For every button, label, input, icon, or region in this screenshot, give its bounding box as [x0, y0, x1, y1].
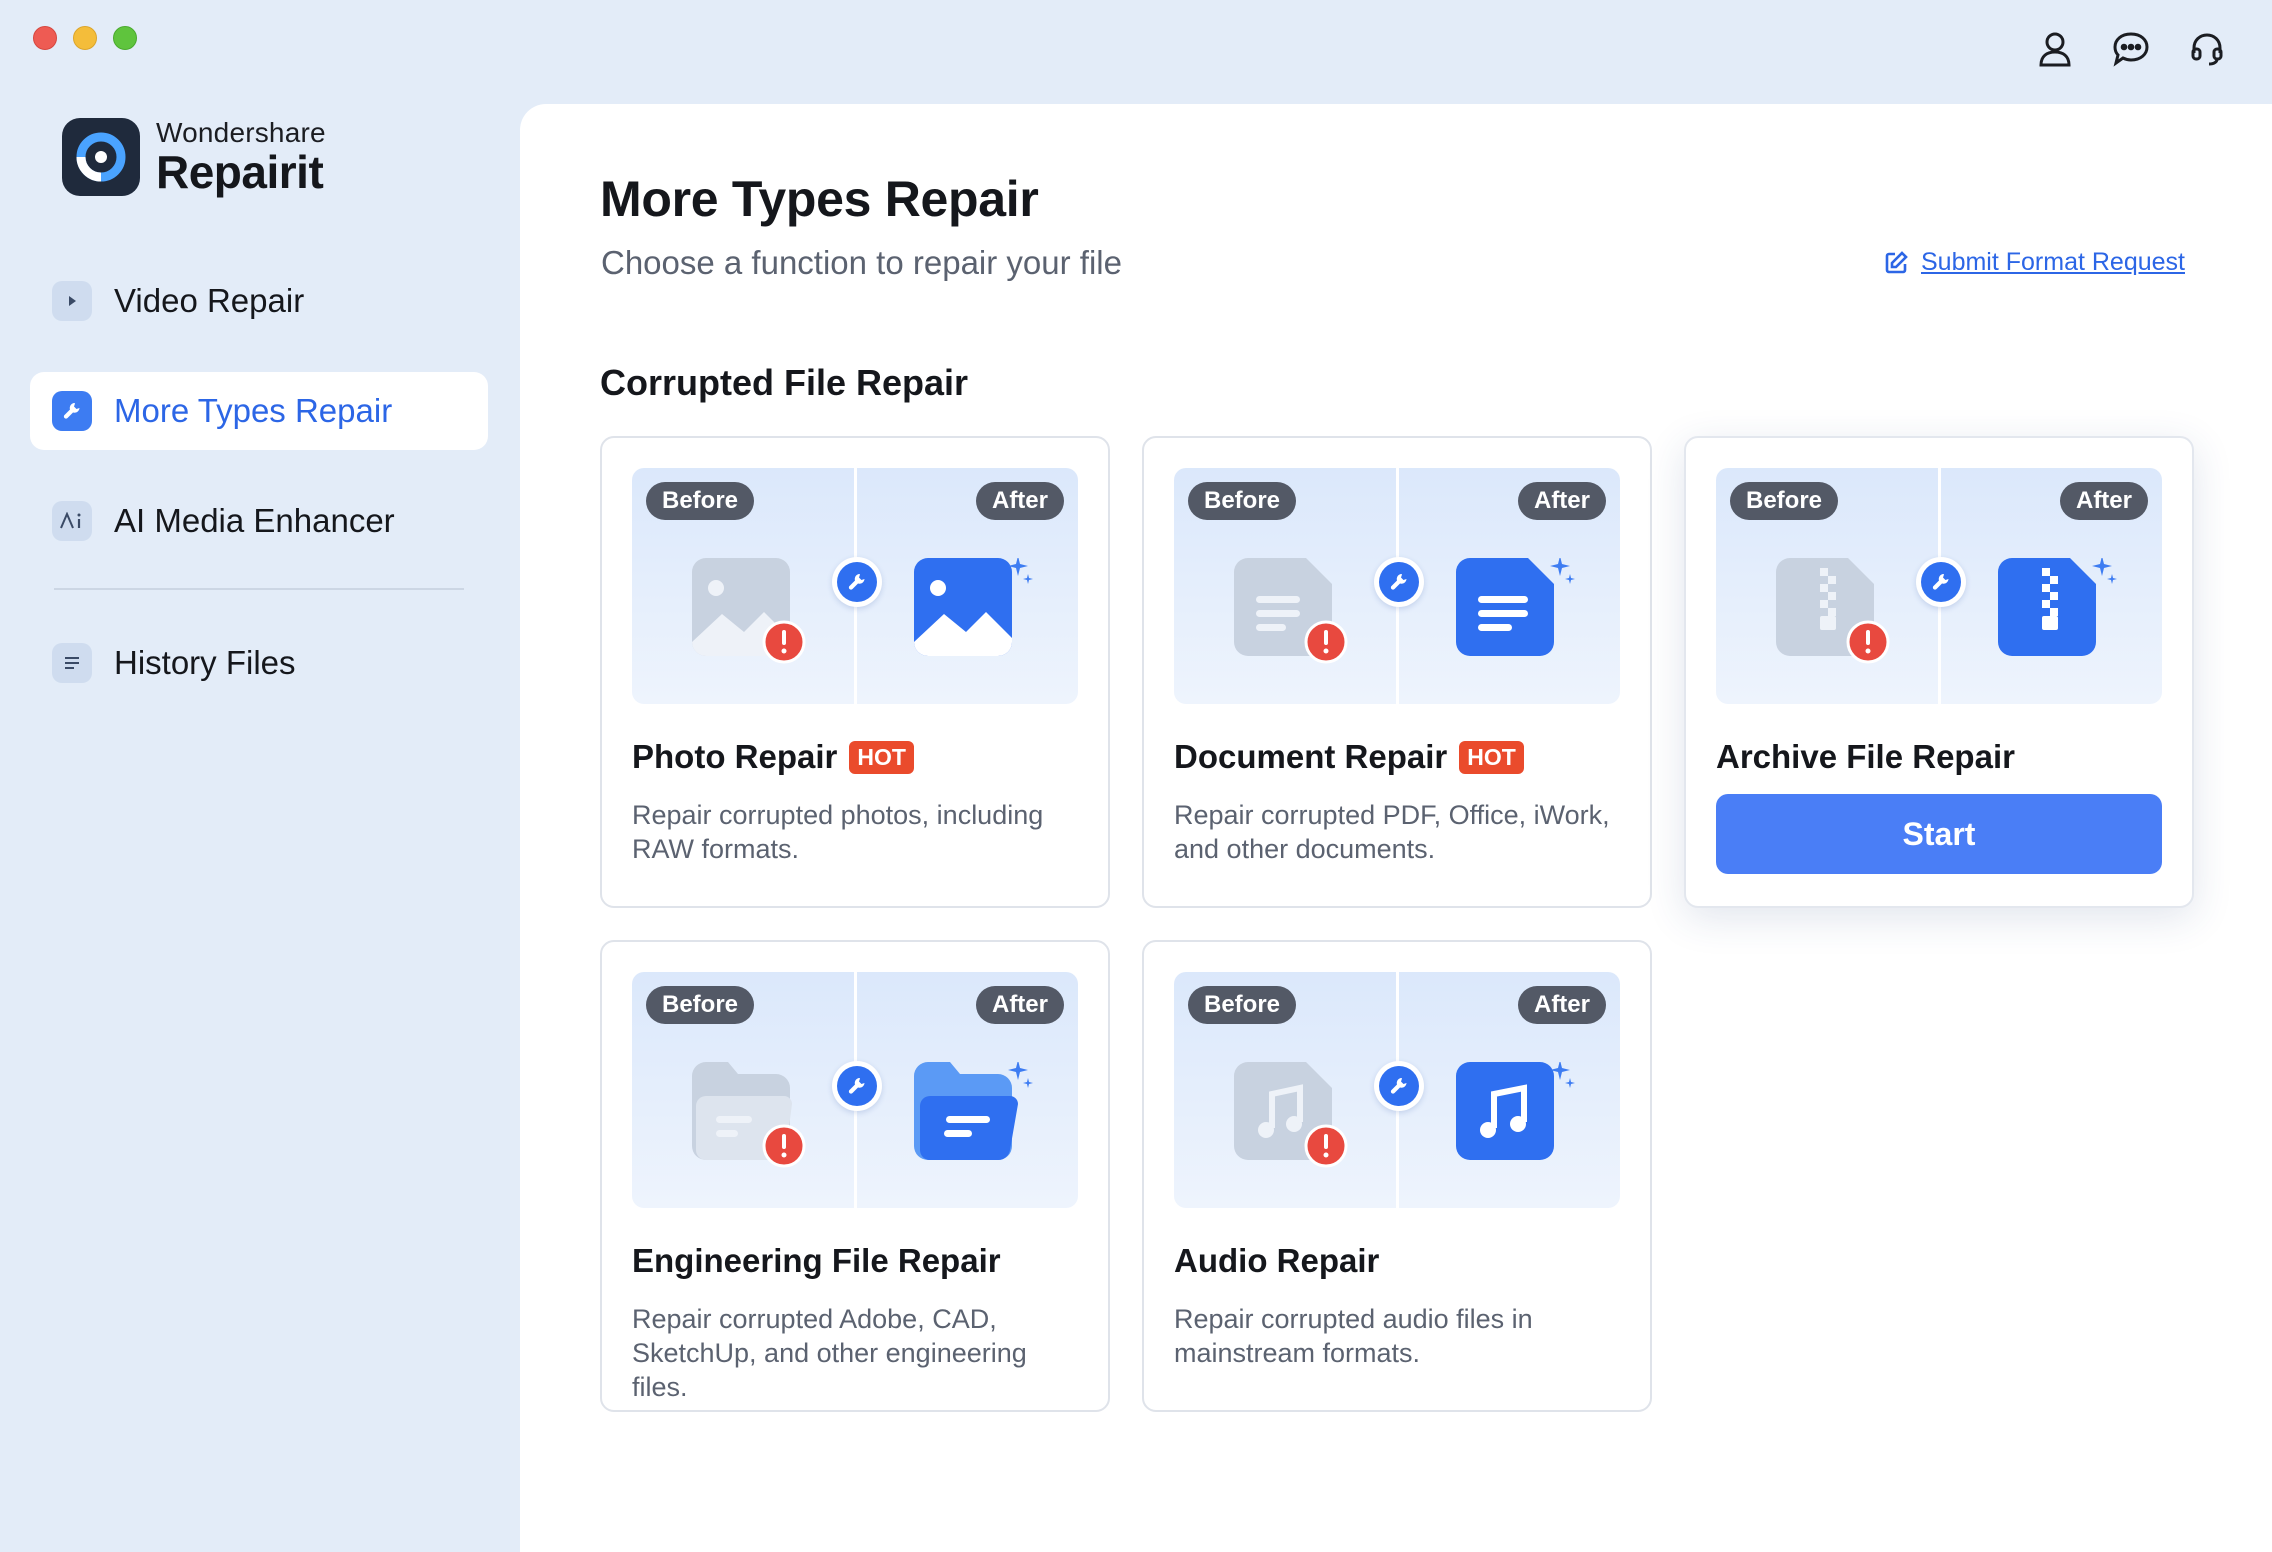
submit-format-request-label: Submit Format Request: [1921, 248, 2185, 276]
card-title: Photo Repair HOT: [632, 738, 914, 776]
submit-format-request-link[interactable]: Submit Format Request: [1883, 248, 2185, 277]
broken-document-icon: [1234, 558, 1354, 673]
repair-wrench-icon: [1916, 557, 1966, 607]
card-description: Repair corrupted PDF, Office, iWork, and…: [1174, 800, 1610, 864]
engineering-file-repair-card[interactable]: Before After Engineering File Repair Rep…: [600, 940, 1110, 1412]
sidebar-divider: [54, 588, 464, 590]
before-badge: Before: [1188, 986, 1297, 1024]
sidebar-item-label: Video Repair: [114, 282, 305, 319]
card-description: Repair corrupted audio files in mainstre…: [1174, 1304, 1533, 1368]
sidebar-item-ai-media-enhancer[interactable]: AI Media Enhancer: [30, 482, 488, 560]
broken-folder-icon: [692, 1062, 812, 1177]
card-title-text: Engineering File Repair: [632, 1242, 1001, 1279]
play-icon: [52, 281, 92, 321]
after-badge: After: [975, 482, 1064, 520]
sidebar-item-label: AI Media Enhancer: [114, 502, 395, 539]
after-badge: After: [975, 986, 1064, 1024]
start-button[interactable]: Start: [1716, 794, 2162, 874]
sidebar-item-label: More Types Repair: [114, 392, 393, 429]
sidebar: Wondershare Repairit Video Repair More T…: [0, 0, 520, 1552]
card-title: Document Repair HOT: [1174, 738, 1524, 776]
section-title: Corrupted File Repair: [600, 362, 969, 403]
hot-badge: HOT: [1459, 740, 1524, 774]
archive-icon: [1998, 556, 2118, 673]
edit-icon: [1885, 250, 1908, 273]
broken-archive-icon: [1776, 558, 1896, 673]
card-title: Archive File Repair: [1716, 738, 2015, 776]
before-after-preview: Before After: [632, 468, 1078, 704]
before-badge: Before: [646, 986, 755, 1024]
sidebar-item-video-repair[interactable]: Video Repair: [30, 262, 488, 340]
broken-audio-icon: [1234, 1062, 1354, 1177]
ai-icon: [52, 501, 92, 541]
chat-icon[interactable]: [2110, 28, 2152, 70]
photo-repair-card[interactable]: Before After Photo Repair HOT Repair cor…: [600, 436, 1110, 908]
card-title: Audio Repair: [1174, 1242, 1379, 1280]
after-badge: After: [1517, 986, 1606, 1024]
card-description: Repair corrupted Adobe, CAD, SketchUp, a…: [632, 1304, 1027, 1402]
before-badge: Before: [1730, 482, 1839, 520]
repair-wrench-icon: [832, 1061, 882, 1111]
before-after-preview: Before After: [632, 972, 1078, 1208]
brand-product: Repairit: [156, 146, 324, 198]
photo-icon: [914, 556, 1034, 673]
repairit-logo-icon: [62, 118, 140, 196]
main-panel: More Types Repair Choose a function to r…: [520, 104, 2272, 1552]
before-after-preview: Before After: [1174, 468, 1620, 704]
archive-file-repair-card[interactable]: Before After Archive File Repair Start: [1684, 436, 2194, 908]
before-after-preview: Before After: [1174, 972, 1620, 1208]
brand-company: Wondershare: [156, 117, 326, 148]
document-repair-card[interactable]: Before After Document Repair HOT Repair …: [1142, 436, 1652, 908]
document-icon: [1456, 556, 1576, 673]
card-description: Repair corrupted photos, including RAW f…: [632, 800, 1044, 864]
card-title-text: Document Repair: [1174, 738, 1448, 775]
folder-icon: [914, 1060, 1034, 1177]
broken-photo-icon: [692, 558, 812, 673]
headset-icon[interactable]: [2186, 28, 2228, 70]
card-title-text: Archive File Repair: [1716, 738, 2015, 775]
repair-wrench-icon: [1374, 557, 1424, 607]
before-after-preview: Before After: [1716, 468, 2162, 704]
sidebar-item-more-types-repair[interactable]: More Types Repair: [30, 372, 488, 450]
header-actions: [2034, 28, 2228, 70]
page-subtitle: Choose a function to repair your file: [601, 244, 1122, 281]
card-title-text: Audio Repair: [1174, 1242, 1380, 1279]
sidebar-item-label: History Files: [114, 644, 296, 681]
sidebar-nav: Video Repair More Types Repair AI Media …: [30, 262, 488, 734]
music-icon: [1456, 1060, 1576, 1177]
card-title-text: Photo Repair: [632, 738, 838, 775]
list-icon: [52, 643, 92, 683]
page-title: More Types Repair: [600, 171, 1039, 227]
before-badge: Before: [646, 482, 755, 520]
wrench-icon: [52, 391, 92, 431]
app-logo: Wondershare Repairit: [62, 118, 326, 196]
repair-wrench-icon: [1374, 1061, 1424, 1111]
audio-repair-card[interactable]: Before After Audio Repair Repair corrupt…: [1142, 940, 1652, 1412]
after-badge: After: [2059, 482, 2148, 520]
after-badge: After: [1517, 482, 1606, 520]
sidebar-item-history-files[interactable]: History Files: [30, 624, 488, 702]
before-badge: Before: [1188, 482, 1297, 520]
hot-badge: HOT: [849, 740, 914, 774]
user-icon[interactable]: [2034, 28, 2076, 70]
repair-wrench-icon: [832, 557, 882, 607]
card-title: Engineering File Repair: [632, 1242, 1001, 1280]
